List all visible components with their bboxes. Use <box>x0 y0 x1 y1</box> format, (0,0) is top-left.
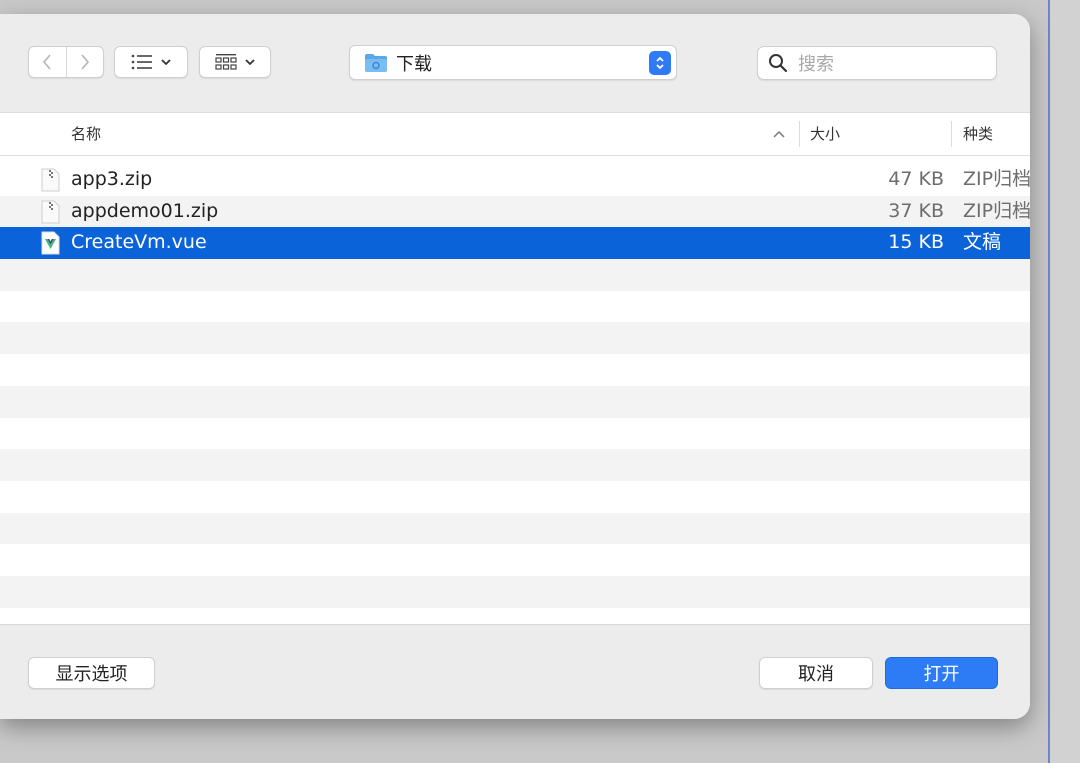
open-file-dialog: 下载 搜索 名称 大小 种类 app3.zip 47 KB ZIP归档 appd… <box>0 14 1030 719</box>
empty-row <box>0 417 1030 450</box>
empty-row <box>0 449 1030 481</box>
empty-row <box>0 512 1030 545</box>
chevron-down-icon <box>161 59 171 66</box>
chevron-updown-icon <box>656 56 664 70</box>
zip-file-icon <box>41 200 60 224</box>
file-row[interactable]: appdemo01.zip 37 KB ZIP归档 <box>0 195 1030 228</box>
file-size: 37 KB <box>888 199 944 222</box>
grid-view-icon <box>215 54 237 70</box>
empty-row <box>0 385 1030 418</box>
file-kind: 文稿 <box>963 231 1002 254</box>
chevron-up-icon[interactable] <box>773 130 785 138</box>
file-size: 47 KB <box>888 168 944 190</box>
file-row-selected[interactable]: CreateVm.vue 15 KB 文稿 <box>0 227 1030 260</box>
folder-icon <box>365 53 387 72</box>
column-header: 名称 大小 种类 <box>0 112 1030 156</box>
empty-row <box>0 322 1030 355</box>
column-name[interactable]: 名称 <box>71 113 101 155</box>
location-popup[interactable]: 下载 <box>349 45 677 80</box>
column-divider[interactable] <box>951 121 952 147</box>
grid-view-button[interactable] <box>199 46 271 78</box>
empty-row <box>0 575 1030 608</box>
bottom-bar: 显示选项 取消 打开 <box>0 624 1030 719</box>
file-kind: ZIP归档 <box>963 199 1030 222</box>
cancel-button[interactable]: 取消 <box>759 657 873 689</box>
chevron-left-icon <box>43 54 51 70</box>
open-button[interactable]: 打开 <box>885 657 998 689</box>
file-rows: app3.zip 47 KB ZIP归档 appdemo01.zip 37 KB… <box>0 164 1030 608</box>
file-row[interactable]: app3.zip 47 KB ZIP归档 <box>0 164 1030 196</box>
location-stepper[interactable] <box>649 51 671 75</box>
vue-file-icon <box>41 231 60 255</box>
search-icon <box>769 54 788 73</box>
file-list: 名称 大小 种类 app3.zip 47 KB ZIP归档 appdemo01.… <box>0 112 1030 624</box>
empty-row <box>0 480 1030 513</box>
empty-row <box>0 290 1030 323</box>
search-input[interactable]: 搜索 <box>798 50 834 76</box>
toolbar: 下载 搜索 <box>0 14 1030 112</box>
location-label: 下载 <box>396 53 432 75</box>
file-name: CreateVm.vue <box>71 231 207 254</box>
file-name: app3.zip <box>71 168 153 190</box>
search-field[interactable]: 搜索 <box>757 46 997 80</box>
forward-button[interactable] <box>65 47 104 77</box>
chevron-right-icon <box>81 54 89 70</box>
chevron-down-icon <box>245 59 255 66</box>
show-options-button[interactable]: 显示选项 <box>28 657 155 689</box>
column-size[interactable]: 大小 <box>810 113 840 155</box>
empty-row <box>0 544 1030 576</box>
list-view-button[interactable] <box>114 46 188 78</box>
list-view-icon <box>131 54 152 70</box>
column-divider[interactable] <box>799 121 800 147</box>
background-window-edge <box>1048 0 1080 763</box>
file-kind: ZIP归档 <box>963 168 1030 190</box>
empty-row <box>0 354 1030 386</box>
file-size: 15 KB <box>888 231 944 254</box>
column-kind[interactable]: 种类 <box>963 113 993 155</box>
back-button[interactable] <box>29 47 66 77</box>
file-name: appdemo01.zip <box>71 199 219 222</box>
navigation-buttons <box>28 46 104 78</box>
empty-row <box>0 259 1030 291</box>
zip-file-icon <box>41 168 60 192</box>
